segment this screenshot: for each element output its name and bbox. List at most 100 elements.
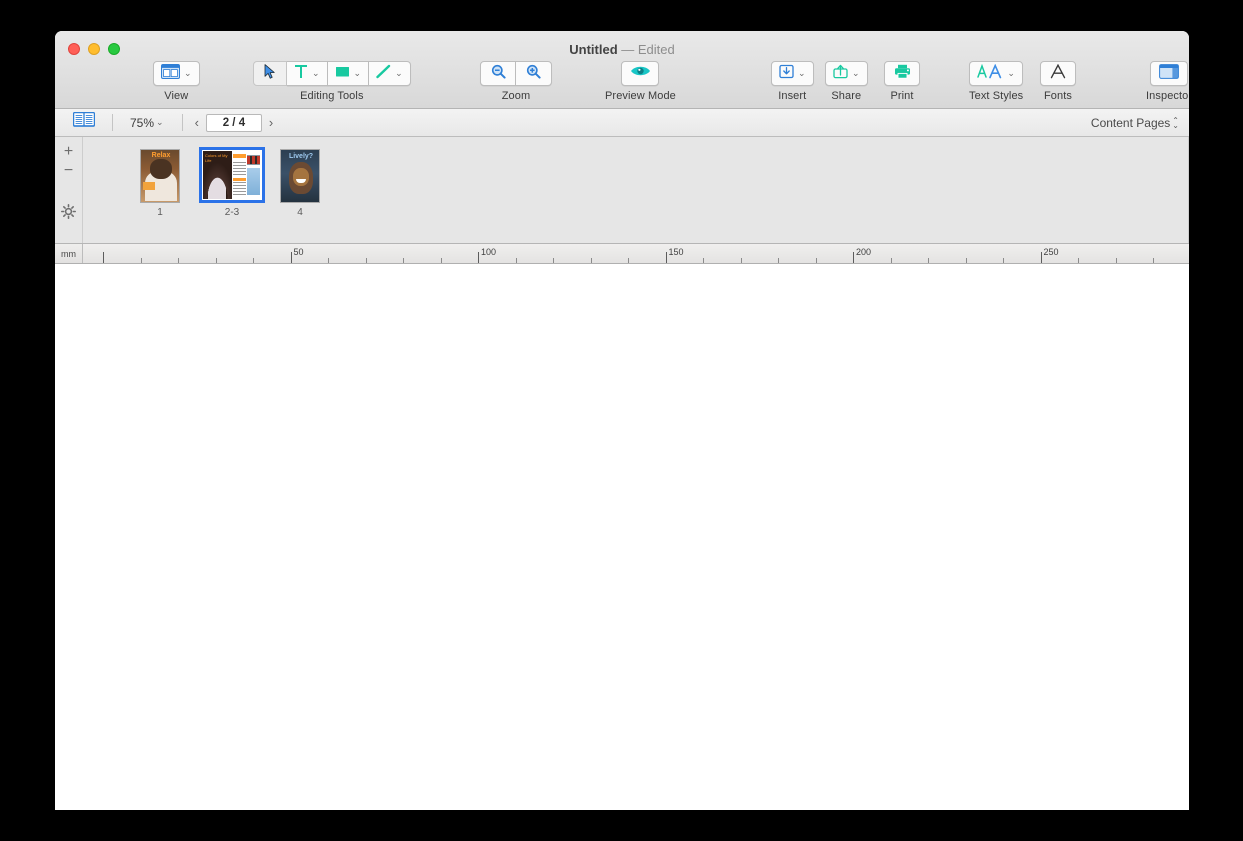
facing-pages-toggle[interactable] [72, 111, 96, 133]
chevron-down-icon: ⌄ [353, 68, 362, 78]
toolbar-group-zoom: Zoom [480, 61, 552, 102]
previous-page-button[interactable]: ‹ [195, 115, 199, 130]
ruler-unit-label[interactable]: mm [55, 244, 83, 263]
zoom-level-selector[interactable]: 75% ⌄ [130, 116, 164, 130]
ruler-label: 100 [481, 247, 497, 257]
horizontal-ruler[interactable]: mm 50 100 150 200 250 [55, 244, 1189, 264]
view-layout-icon [161, 63, 180, 84]
ruler-tick [478, 252, 479, 263]
zoom-level-value: 75% [130, 115, 155, 130]
text-styles-icon [977, 63, 1003, 84]
plus-icon[interactable]: + [64, 144, 73, 160]
thumbnail-list: Relax 1 Colors of My Life 2-3 Lively? 4 [83, 137, 1189, 243]
toolbar-group-fonts: Fonts [1040, 61, 1076, 102]
ruler-tick [1153, 258, 1154, 263]
toolbar-group-print: Print [884, 61, 920, 102]
shape-tool-button[interactable]: ⌄ [327, 61, 370, 86]
ruler-tick [665, 252, 667, 263]
toolbar-group-share: ⌄ Share [825, 61, 868, 102]
insert-button[interactable]: ⌄ [771, 61, 814, 86]
thumbnail-image: Colors of My Life [199, 147, 265, 203]
chevron-down-icon: ⌄ [852, 68, 860, 78]
thumbnail-tools: + − [55, 137, 83, 243]
window-edited-status: — Edited [621, 42, 675, 57]
page-navigator: ‹ 2 / 4 › [195, 113, 273, 132]
toolbar-group-preview-mode: Preview Mode [605, 61, 676, 102]
ruler-tick [815, 258, 817, 263]
ruler-label: 150 [668, 247, 684, 257]
up-down-chevron-icon: ⌃ ⌄ [1172, 115, 1179, 130]
chevron-down-icon: ⌄ [156, 117, 164, 127]
ruler-tick [703, 258, 704, 263]
ruler-tick [253, 258, 254, 263]
ruler-tick [590, 258, 592, 263]
inspector-button[interactable] [1150, 61, 1189, 86]
chevron-down-icon: ⌄ [184, 68, 192, 78]
chevron-down-icon: ⌄ [1007, 68, 1015, 78]
fonts-button[interactable] [1040, 61, 1076, 86]
fonts-icon [1050, 63, 1066, 84]
zoom-out-icon [491, 64, 506, 84]
ruler-tick [515, 258, 517, 263]
preview-mode-button[interactable] [621, 61, 660, 86]
zoom-in-button[interactable] [516, 61, 552, 86]
toolbar-label-view: View [164, 90, 189, 102]
zoom-out-button[interactable] [480, 61, 516, 86]
toolbar-group-inspector: Inspector [1146, 61, 1189, 102]
ruler-tick [628, 258, 629, 263]
thumbnail-page-1[interactable]: Relax 1 [140, 149, 180, 218]
ruler-tick [1040, 252, 1042, 263]
ruler-tick [890, 258, 892, 263]
toolbar-label-inspector: Inspector [1146, 90, 1189, 102]
toolbar-label-print: Print [890, 90, 914, 102]
shape-tool-icon [335, 64, 350, 84]
ruler-label: 50 [293, 247, 304, 257]
print-button[interactable] [884, 61, 920, 86]
ruler-tick [965, 258, 967, 263]
ruler-tick [553, 258, 554, 263]
ruler-label: 200 [856, 247, 872, 257]
toolbar-label-insert: Insert [778, 90, 807, 102]
share-button[interactable]: ⌄ [825, 61, 868, 86]
content-pages-label: Content Pages [1090, 115, 1171, 130]
thumbnail-page-2-3[interactable]: Colors of My Life 2-3 [199, 147, 265, 218]
ruler-tick [1003, 258, 1004, 263]
next-page-button[interactable]: › [269, 115, 273, 130]
ruler-tick [403, 258, 404, 263]
thumbnail-image: Relax [140, 149, 180, 203]
toolbar-label-share: Share [831, 90, 862, 102]
line-tool-icon [376, 64, 391, 84]
text-tool-button[interactable]: ⌄ [287, 61, 328, 86]
ruler-tick [740, 258, 742, 263]
page-thumbnails-panel: + − Relax 1 Colors of My Life 2-3 Lively… [55, 137, 1189, 244]
gear-icon[interactable] [61, 204, 76, 222]
ruler-tick [290, 252, 292, 263]
ruler-tick [778, 258, 779, 263]
insert-icon [779, 64, 794, 84]
thumbnail-page-4[interactable]: Lively? 4 [280, 149, 320, 218]
ruler-tick [178, 258, 179, 263]
toolbar-group-editing-tools: ⌄ ⌄ ⌄ Editing Tools [253, 61, 411, 102]
ruler-tick [103, 252, 104, 263]
ruler-tick [140, 258, 142, 263]
page-indicator-field[interactable]: 2 / 4 [205, 113, 262, 132]
content-pages-selector[interactable]: Content Pages ⌃ ⌄ [1091, 116, 1179, 130]
inspector-icon [1159, 63, 1179, 84]
share-icon [833, 64, 848, 84]
toolbar-group-text-styles: ⌄ Text Styles [969, 61, 1023, 102]
line-tool-button[interactable]: ⌄ [369, 61, 411, 86]
ruler-tick [1115, 258, 1117, 263]
chevron-down-icon: ⌄ [395, 68, 403, 78]
chevron-down-icon: ⌄ [312, 68, 320, 78]
minus-icon[interactable]: − [64, 163, 73, 179]
view-button[interactable]: ⌄ [153, 61, 200, 86]
eye-icon [630, 64, 651, 83]
text-styles-button[interactable]: ⌄ [969, 61, 1023, 86]
toolbar-group-view: ⌄ View [153, 61, 200, 102]
zoom-in-icon [526, 64, 541, 84]
panel-divider [1188, 137, 1189, 243]
pointer-tool-button[interactable] [253, 61, 287, 86]
toolbar-label-zoom: Zoom [501, 90, 531, 102]
ruler-label: 250 [1043, 247, 1059, 257]
thumbnail-caption: 2-3 [224, 207, 240, 218]
